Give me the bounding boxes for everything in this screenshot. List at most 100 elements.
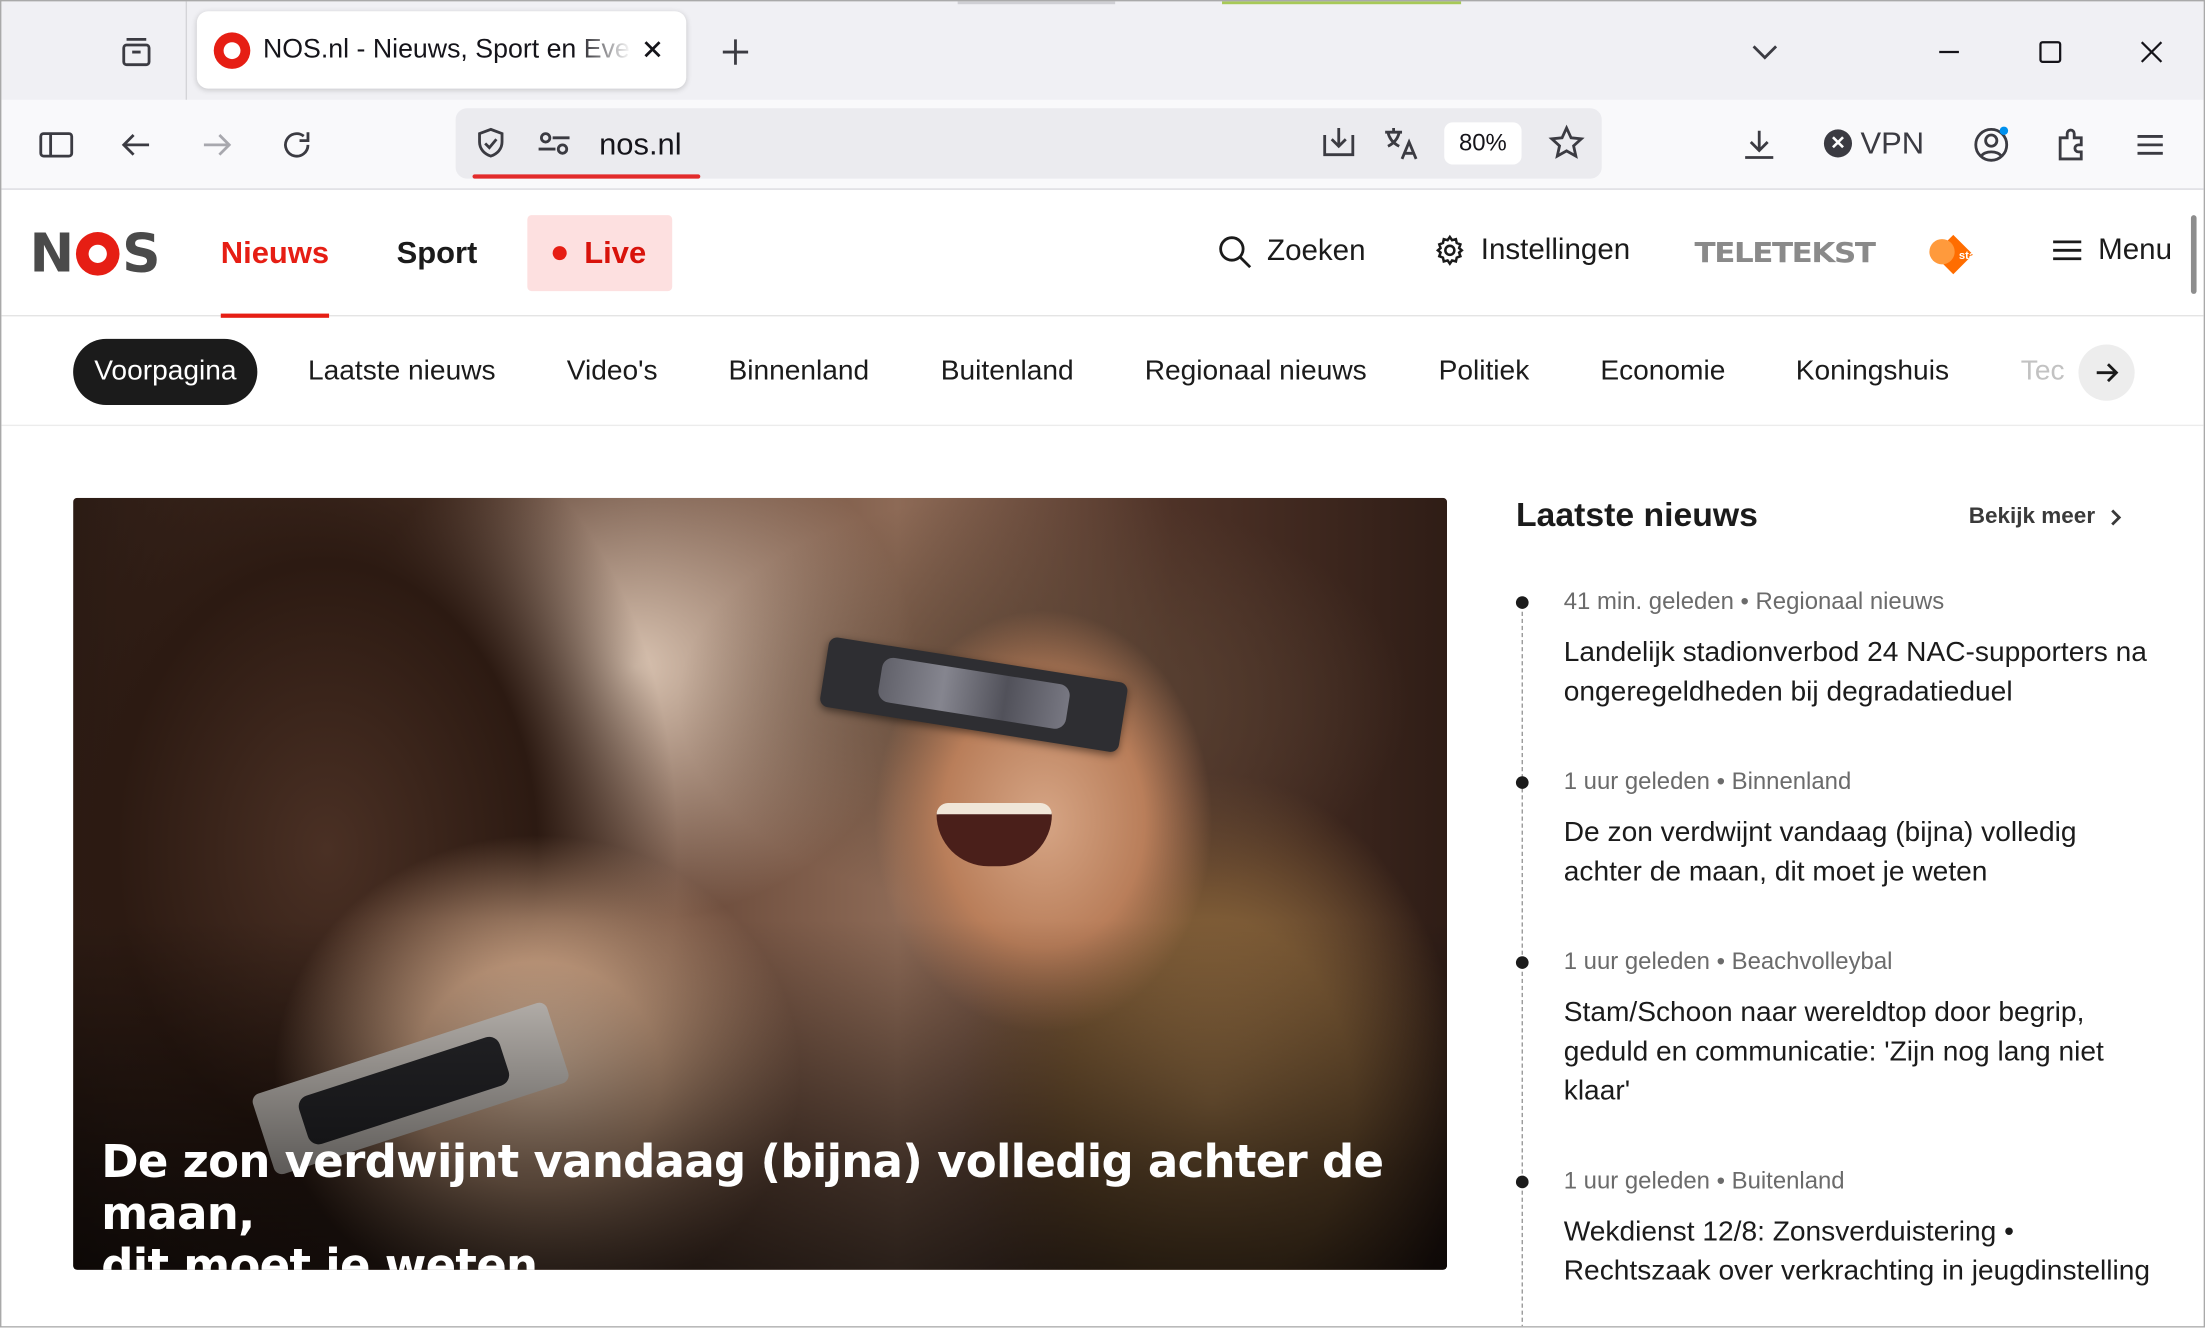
category-voorpagina[interactable]: Voorpagina: [73, 338, 258, 405]
vpn-button[interactable]: ✕ VPN: [1823, 125, 1924, 162]
tab-nos[interactable]: NOS.nl - Nieuws, Sport en Evenementen: [196, 11, 687, 89]
maximize-button[interactable]: [2025, 27, 2076, 78]
url-highlight: [472, 174, 701, 179]
search-link[interactable]: Zoeken: [1216, 233, 1366, 270]
tab-title: NOS.nl - Nieuws, Sport en Evenementen: [262, 35, 631, 65]
hamburger-icon: [2053, 240, 2082, 261]
maximize-icon: [2039, 41, 2062, 63]
nav-sport[interactable]: Sport: [397, 235, 478, 272]
forward-button[interactable]: [191, 120, 242, 171]
reload-button[interactable]: [271, 120, 322, 171]
category-tech[interactable]: Tec: [2021, 339, 2065, 405]
news-item[interactable]: 1 uur geleden • Buitenland Wekdienst 12/…: [1515, 1167, 2155, 1291]
hero-headline: De zon verdwijnt vandaag (bijna) volledi…: [101, 1136, 1409, 1270]
news-meta: 1 uur geleden • Beachvolleybal: [1563, 947, 1893, 975]
translate-button[interactable]: [1377, 120, 1425, 168]
close-icon: [644, 41, 661, 58]
star-icon: [1548, 124, 1585, 159]
minimize-button[interactable]: [1924, 27, 1975, 78]
tab-groups-icon: [122, 37, 151, 67]
search-label: Zoeken: [1267, 234, 1366, 268]
tracking-protection-button[interactable]: [467, 120, 515, 168]
tab-groups-button[interactable]: [111, 27, 162, 78]
npo-start-icon[interactable]: start: [1922, 232, 1984, 277]
zoom-indicator[interactable]: 80%: [1444, 122, 1522, 165]
news-headline[interactable]: Wekdienst 12/8: Zonsverduistering • Rech…: [1564, 1212, 2155, 1291]
news-meta: 1 uur geleden • Binnenland: [1563, 767, 1852, 795]
extensions-button[interactable]: [2046, 120, 2097, 171]
news-headline[interactable]: De zon verdwijnt vandaag (bijna) volledi…: [1564, 813, 2155, 892]
account-button[interactable]: [1966, 120, 2017, 171]
translate-icon: [1385, 127, 1418, 160]
hero-photo-detail: [936, 802, 1052, 867]
news-item[interactable]: 1 uur geleden • Beachvolleybal Stam/Scho…: [1515, 947, 2155, 1111]
address-bar[interactable]: nos.nl 80%: [455, 108, 1602, 179]
category-laatste-nieuws[interactable]: Laatste nieuws: [308, 339, 496, 405]
close-icon: [2140, 41, 2163, 63]
news-meta: 41 min. geleden • Regionaal nieuws: [1563, 587, 1945, 615]
site-info-icon: [538, 132, 570, 155]
see-more-link[interactable]: Bekijk meer: [1969, 505, 2123, 530]
teletekst-logo[interactable]: TELETEKST: [1695, 238, 1876, 270]
downloads-button[interactable]: [1734, 120, 1785, 171]
hero-headline-line: De zon verdwijnt vandaag (bijna) volledi…: [101, 1134, 1384, 1241]
nos-logo[interactable]: NS: [30, 222, 161, 284]
category-scroll-button[interactable]: [2078, 344, 2135, 401]
latest-news-title: Laatste nieuws: [1515, 496, 1758, 535]
bookmark-button[interactable]: [1543, 120, 1591, 168]
web-page: NS Nieuws Sport Live Zoeken Instellingen…: [1, 189, 2204, 1327]
tab-close-button[interactable]: [634, 31, 671, 68]
extensions-icon: [2058, 128, 2083, 161]
news-item[interactable]: 41 min. geleden • Regionaal nieuws Lande…: [1515, 587, 2155, 712]
news-headline[interactable]: Stam/Schoon naar wereldtop door begrip, …: [1564, 993, 2155, 1111]
news-meta: 1 uur geleden • Buitenland: [1563, 1167, 1845, 1194]
account-icon: [1974, 126, 2009, 162]
back-button[interactable]: [111, 120, 162, 171]
minimize-icon: [1939, 50, 1959, 54]
news-headline[interactable]: Landelijk stadionverbod 24 NAC-supporter…: [1564, 633, 2155, 712]
window-close-button[interactable]: [2126, 27, 2177, 78]
category-buitenland[interactable]: Buitenland: [941, 339, 1074, 405]
menu-link[interactable]: Menu: [2050, 233, 2172, 267]
timeline-bullet: [1515, 1175, 1529, 1189]
shield-icon: [478, 127, 504, 158]
gear-icon: [1435, 234, 1464, 266]
category-politiek[interactable]: Politiek: [1439, 339, 1530, 405]
news-item[interactable]: 1 uur geleden • Binnenland De zon verdwi…: [1515, 767, 2155, 892]
new-tab-button[interactable]: [713, 30, 758, 75]
nav-nieuws[interactable]: Nieuws: [220, 235, 330, 318]
save-page-button[interactable]: [1315, 120, 1363, 168]
settings-link[interactable]: Instellingen: [1433, 233, 1630, 267]
save-page-icon: [1323, 127, 1355, 157]
titlebar-decoration: [957, 1, 1116, 5]
hero-article[interactable]: De zon verdwijnt vandaag (bijna) volledi…: [73, 497, 1448, 1270]
url-text[interactable]: nos.nl: [599, 127, 682, 164]
forward-icon: [203, 134, 232, 156]
tab-divider: [185, 1, 188, 100]
app-menu-button[interactable]: [2125, 120, 2176, 171]
logo-dot: [75, 231, 120, 275]
category-binnenland[interactable]: Binnenland: [728, 339, 869, 405]
back-icon: [121, 134, 150, 156]
page-scrollbar[interactable]: [2190, 215, 2197, 294]
category-economie[interactable]: Economie: [1600, 339, 1725, 405]
svg-text:start: start: [1959, 250, 1984, 262]
sidebar-icon: [39, 132, 74, 158]
nav-live[interactable]: Live: [527, 215, 673, 292]
category-koningshuis[interactable]: Koningshuis: [1796, 339, 1949, 405]
plus-icon: [722, 39, 749, 65]
timeline-bullet: [1515, 596, 1529, 609]
live-dot-icon: [553, 246, 568, 261]
list-all-tabs-button[interactable]: [1740, 27, 1791, 78]
hamburger-icon: [2137, 135, 2163, 155]
hero-photo-detail: [819, 636, 1129, 754]
timeline-bullet: [1515, 956, 1529, 969]
vpn-off-icon: ✕: [1823, 129, 1853, 158]
titlebar-accent: [1222, 1, 1462, 5]
timeline-bullet: [1515, 776, 1529, 789]
category-regionaal-nieuws[interactable]: Regionaal nieuws: [1145, 339, 1367, 405]
category-videos[interactable]: Video's: [567, 339, 658, 405]
site-info-button[interactable]: [530, 120, 578, 168]
sidebar-button[interactable]: [31, 120, 82, 171]
reload-icon: [284, 132, 310, 158]
